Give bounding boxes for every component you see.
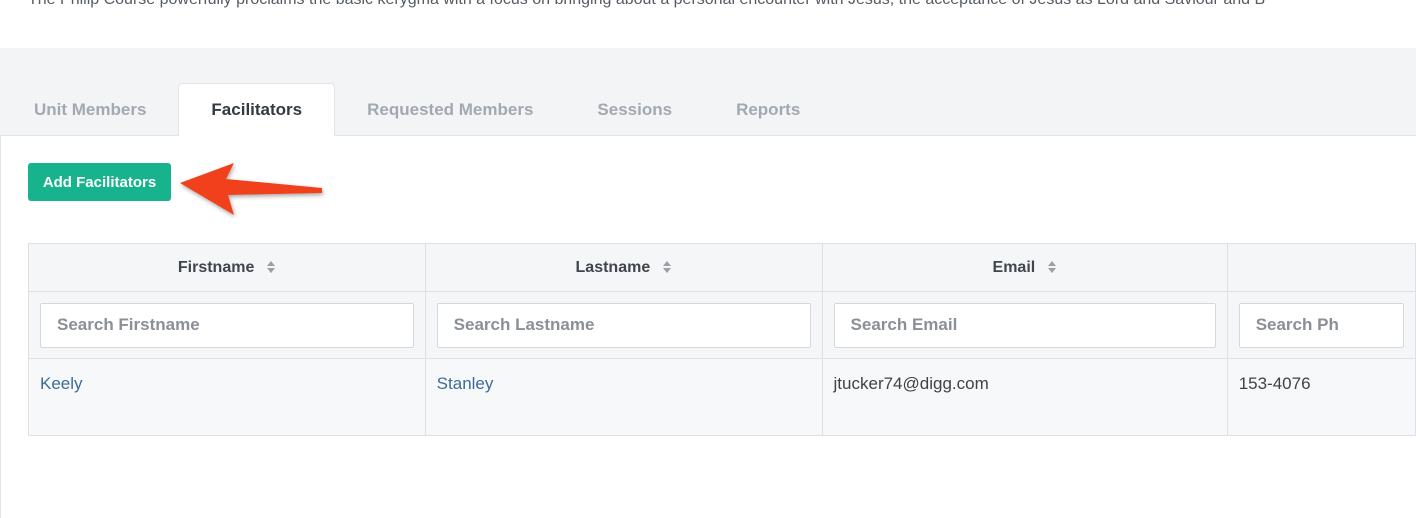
- filter-cell: [424, 291, 823, 359]
- cell-lastname: Stanley: [424, 358, 823, 436]
- table-row: Keely Stanley jtucker74@digg.com 153-407…: [28, 358, 1416, 436]
- column-header-lastname[interactable]: Lastname: [424, 243, 823, 292]
- cell-phone: 153-4076: [1226, 358, 1416, 436]
- tab-facilitators[interactable]: Facilitators: [178, 83, 336, 137]
- column-header-email[interactable]: Email: [821, 243, 1228, 292]
- cell-email: jtucker74@digg.com: [821, 358, 1228, 436]
- search-email-input[interactable]: [833, 302, 1216, 348]
- column-header-firstname[interactable]: Firstname: [28, 243, 426, 292]
- lastname-link[interactable]: Stanley: [437, 374, 494, 393]
- filter-cell: [821, 291, 1228, 359]
- column-header-phone[interactable]: [1226, 243, 1416, 292]
- facilitators-table: Firstname Lastname Email Search Firstnam…: [28, 243, 1416, 436]
- course-description: The Philip Course powerfully proclaims t…: [28, 0, 1416, 13]
- search-phone-input[interactable]: [1238, 302, 1404, 348]
- sort-icon: [266, 261, 275, 274]
- filter-row: [28, 291, 1416, 359]
- page: The Philip Course powerfully proclaims t…: [0, 0, 1416, 518]
- cell-firstname: Keely: [28, 358, 426, 436]
- firstname-link[interactable]: Keely: [40, 374, 83, 393]
- filter-cell: [28, 291, 426, 359]
- table-header-row: Firstname Lastname Email: [28, 243, 1416, 292]
- search-lastname-input[interactable]: [436, 302, 811, 348]
- tab-bar: Unit Members Facilitators Requested Memb…: [2, 83, 832, 137]
- sort-icon: [662, 261, 671, 274]
- red-arrow-annotation-icon: [180, 163, 322, 215]
- tab-sessions[interactable]: Sessions: [565, 83, 704, 136]
- filter-cell: [1226, 291, 1416, 359]
- tab-reports[interactable]: Reports: [704, 83, 832, 136]
- add-facilitators-button[interactable]: Add Facilitators: [28, 163, 171, 201]
- tab-unit-members[interactable]: Unit Members: [2, 83, 178, 136]
- search-firstname-input[interactable]: [40, 302, 414, 348]
- sort-icon: [1047, 261, 1056, 274]
- tab-requested-members[interactable]: Requested Members: [335, 83, 565, 136]
